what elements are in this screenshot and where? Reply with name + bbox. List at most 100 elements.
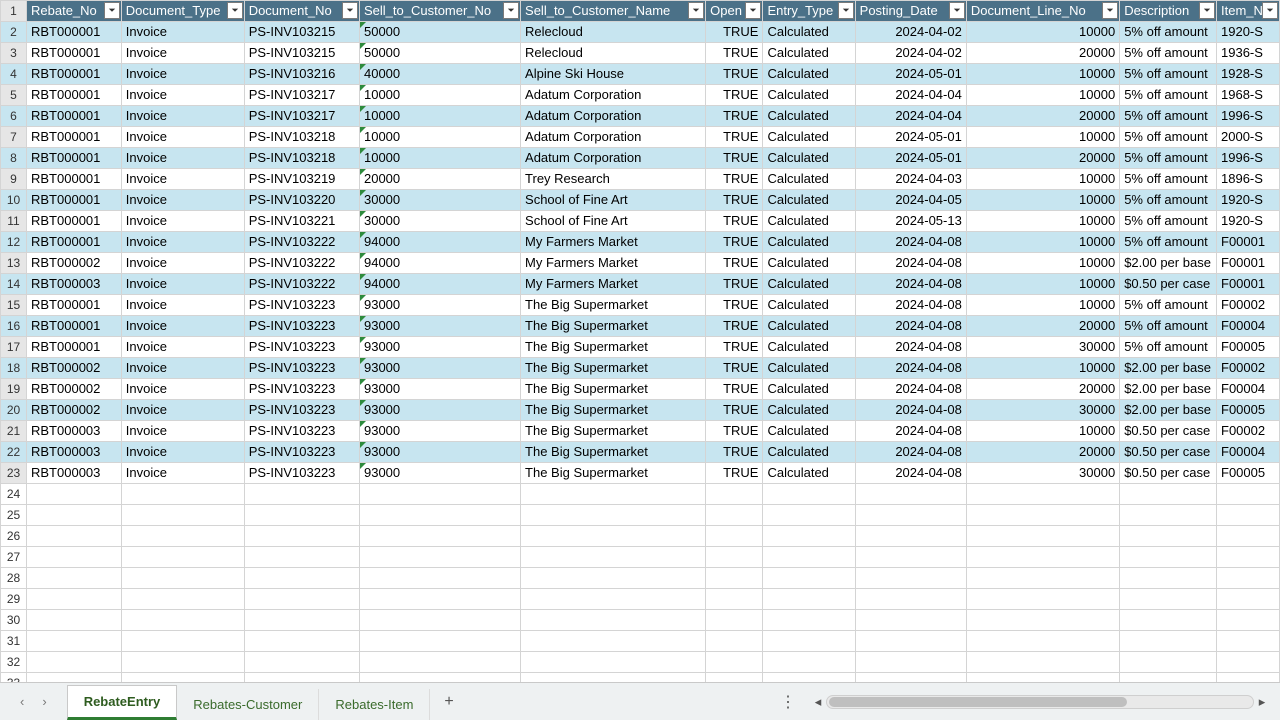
cell-empty[interactable] xyxy=(966,610,1119,631)
cell-rebate_no[interactable]: RBT000001 xyxy=(27,232,122,253)
row-header[interactable]: 22 xyxy=(1,442,27,463)
cell-open[interactable]: TRUE xyxy=(706,295,763,316)
cell-rebate_no[interactable]: RBT000001 xyxy=(27,316,122,337)
cell-empty[interactable] xyxy=(1217,631,1280,652)
cell-item_no[interactable]: 2000-S xyxy=(1217,127,1280,148)
cell-empty[interactable] xyxy=(359,652,520,673)
cell-empty[interactable] xyxy=(763,568,855,589)
cell-rebate_no[interactable]: RBT000001 xyxy=(27,169,122,190)
cell-open[interactable]: TRUE xyxy=(706,64,763,85)
cell-open[interactable]: TRUE xyxy=(706,169,763,190)
cell-open[interactable]: TRUE xyxy=(706,421,763,442)
cell-posting_date[interactable]: 2024-04-04 xyxy=(855,106,966,127)
cell-document_no[interactable]: PS-INV103217 xyxy=(244,85,359,106)
cell-empty[interactable] xyxy=(1217,610,1280,631)
column-header-posting_date[interactable]: Posting_Date xyxy=(855,1,966,22)
cell-item_no[interactable]: F00002 xyxy=(1217,358,1280,379)
cell-document_no[interactable]: PS-INV103217 xyxy=(244,106,359,127)
table-row[interactable]: 32 xyxy=(1,652,1280,673)
cell-entry_type[interactable]: Calculated xyxy=(763,463,855,484)
cell-entry_type[interactable]: Calculated xyxy=(763,274,855,295)
cell-empty[interactable] xyxy=(763,547,855,568)
cell-empty[interactable] xyxy=(855,526,966,547)
cell-empty[interactable] xyxy=(855,589,966,610)
cell-document_type[interactable]: Invoice xyxy=(121,232,244,253)
cell-rebate_no[interactable]: RBT000001 xyxy=(27,43,122,64)
add-sheet-button[interactable]: + xyxy=(430,685,467,719)
row-header[interactable]: 6 xyxy=(1,106,27,127)
cell-empty[interactable] xyxy=(1217,673,1280,683)
table-row[interactable]: 30 xyxy=(1,610,1280,631)
row-header[interactable]: 19 xyxy=(1,379,27,400)
cell-posting_date[interactable]: 2024-05-01 xyxy=(855,148,966,169)
cell-document_line_no[interactable]: 10000 xyxy=(966,358,1119,379)
cell-posting_date[interactable]: 2024-04-08 xyxy=(855,379,966,400)
row-header[interactable]: 16 xyxy=(1,316,27,337)
cell-posting_date[interactable]: 2024-04-02 xyxy=(855,43,966,64)
cell-document_no[interactable]: PS-INV103223 xyxy=(244,316,359,337)
cell-document_line_no[interactable]: 20000 xyxy=(966,43,1119,64)
cell-description[interactable]: $0.50 per case xyxy=(1120,421,1217,442)
cell-document_no[interactable]: PS-INV103222 xyxy=(244,274,359,295)
cell-item_no[interactable]: F00005 xyxy=(1217,463,1280,484)
cell-empty[interactable] xyxy=(966,631,1119,652)
cell-empty[interactable] xyxy=(27,673,122,683)
cell-entry_type[interactable]: Calculated xyxy=(763,190,855,211)
cell-document_line_no[interactable]: 10000 xyxy=(966,169,1119,190)
cell-description[interactable]: 5% off amount xyxy=(1120,295,1217,316)
cell-document_type[interactable]: Invoice xyxy=(121,253,244,274)
cell-empty[interactable] xyxy=(763,610,855,631)
filter-dropdown-icon[interactable] xyxy=(745,2,761,19)
cell-document_no[interactable]: PS-INV103220 xyxy=(244,190,359,211)
table-row[interactable]: 18RBT000002InvoicePS-INV10322393000The B… xyxy=(1,358,1280,379)
cell-empty[interactable] xyxy=(706,610,763,631)
cell-empty[interactable] xyxy=(966,547,1119,568)
cell-empty[interactable] xyxy=(27,526,122,547)
cell-empty[interactable] xyxy=(121,610,244,631)
cell-document_line_no[interactable]: 20000 xyxy=(966,442,1119,463)
cell-document_no[interactable]: PS-INV103222 xyxy=(244,253,359,274)
cell-entry_type[interactable]: Calculated xyxy=(763,22,855,43)
cell-empty[interactable] xyxy=(855,547,966,568)
sheet-tab-rebates-item[interactable]: Rebates-Item xyxy=(319,689,430,720)
row-header[interactable]: 14 xyxy=(1,274,27,295)
cell-document_type[interactable]: Invoice xyxy=(121,85,244,106)
cell-description[interactable]: $0.50 per case xyxy=(1120,463,1217,484)
cell-empty[interactable] xyxy=(763,484,855,505)
cell-item_no[interactable]: F00001 xyxy=(1217,274,1280,295)
cell-empty[interactable] xyxy=(706,484,763,505)
cell-document_type[interactable]: Invoice xyxy=(121,22,244,43)
row-header[interactable]: 1 xyxy=(1,1,27,22)
cell-sell_to_customer_name[interactable]: Relecloud xyxy=(521,22,706,43)
row-header[interactable]: 17 xyxy=(1,337,27,358)
cell-open[interactable]: TRUE xyxy=(706,400,763,421)
cell-empty[interactable] xyxy=(359,484,520,505)
cell-empty[interactable] xyxy=(521,526,706,547)
cell-empty[interactable] xyxy=(763,673,855,683)
cell-empty[interactable] xyxy=(359,505,520,526)
cell-rebate_no[interactable]: RBT000001 xyxy=(27,106,122,127)
cell-sell_to_customer_name[interactable]: The Big Supermarket xyxy=(521,463,706,484)
cell-entry_type[interactable]: Calculated xyxy=(763,127,855,148)
cell-posting_date[interactable]: 2024-04-08 xyxy=(855,274,966,295)
cell-rebate_no[interactable]: RBT000003 xyxy=(27,421,122,442)
cell-entry_type[interactable]: Calculated xyxy=(763,211,855,232)
cell-posting_date[interactable]: 2024-04-08 xyxy=(855,337,966,358)
cell-description[interactable]: $2.00 per base xyxy=(1120,253,1217,274)
filter-dropdown-icon[interactable] xyxy=(1102,2,1118,19)
cell-empty[interactable] xyxy=(763,652,855,673)
cell-empty[interactable] xyxy=(706,547,763,568)
row-header[interactable]: 11 xyxy=(1,211,27,232)
cell-empty[interactable] xyxy=(966,673,1119,683)
cell-empty[interactable] xyxy=(359,610,520,631)
row-header[interactable]: 4 xyxy=(1,64,27,85)
cell-item_no[interactable]: 1996-S xyxy=(1217,148,1280,169)
cell-document_line_no[interactable]: 20000 xyxy=(966,316,1119,337)
column-header-description[interactable]: Description xyxy=(1120,1,1217,22)
cell-document_type[interactable]: Invoice xyxy=(121,169,244,190)
cell-empty[interactable] xyxy=(966,505,1119,526)
cell-empty[interactable] xyxy=(521,484,706,505)
filter-dropdown-icon[interactable] xyxy=(949,2,965,19)
cell-empty[interactable] xyxy=(244,652,359,673)
cell-document_no[interactable]: PS-INV103215 xyxy=(244,43,359,64)
